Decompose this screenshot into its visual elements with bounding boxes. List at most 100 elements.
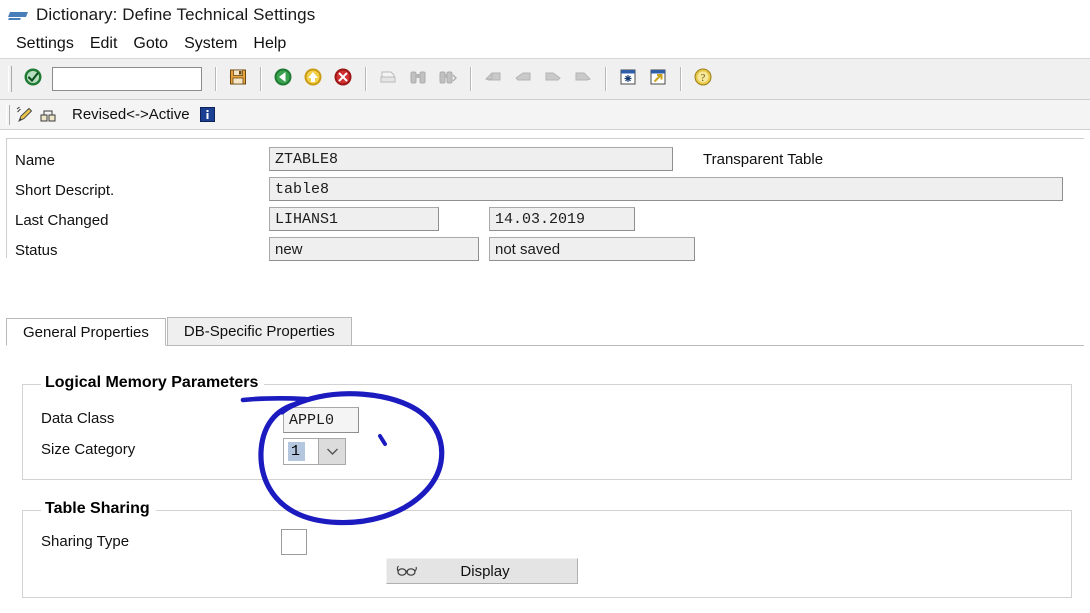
name-value: ZTABLE8 <box>275 150 339 168</box>
find-button[interactable] <box>403 65 433 93</box>
menu-goto[interactable]: Goto <box>127 34 178 55</box>
cancel-button[interactable] <box>328 65 358 93</box>
hierarchy-nodes-icon <box>39 106 57 124</box>
table-sharing-title: Table Sharing <box>41 500 156 518</box>
size-category-value: 1 <box>288 442 306 461</box>
tab-strip: General Properties DB-Specific Propertie… <box>6 317 1084 346</box>
size-category-input[interactable]: 1 <box>283 438 319 465</box>
short-description-input[interactable]: table8 <box>269 177 1063 201</box>
logical-memory-parameters-title: Logical Memory Parameters <box>41 374 265 392</box>
back-button[interactable] <box>268 65 298 93</box>
menu-bar: Settings Edit Goto System Help <box>0 30 1090 58</box>
short-description-label-row: Short Descript. <box>15 179 114 201</box>
display-button[interactable]: Display <box>386 558 578 584</box>
command-field[interactable] <box>52 67 241 91</box>
menu-help[interactable]: Help <box>247 34 296 55</box>
exit-yellow-arrow-icon <box>303 67 323 91</box>
size-category-dropdown-button[interactable] <box>319 438 346 465</box>
help-question-icon: ? <box>693 67 713 91</box>
name-label-row: Name <box>15 149 55 171</box>
back-green-arrow-icon <box>273 67 293 91</box>
name-input[interactable]: ZTABLE8 <box>269 147 673 171</box>
data-class-input[interactable]: APPL0 <box>283 407 359 433</box>
last-changed-label-row: Last Changed <box>15 209 108 231</box>
chevron-down-icon <box>326 443 339 460</box>
name-label: Name <box>15 151 56 169</box>
previous-page-icon <box>513 67 533 91</box>
svg-text:?: ? <box>701 73 706 84</box>
status-input[interactable]: new <box>269 237 479 261</box>
sap-arrow-icon <box>6 6 30 24</box>
toolbar-separator <box>365 67 366 91</box>
last-page-button[interactable] <box>568 65 598 93</box>
table-type-text: Transparent Table <box>703 151 824 168</box>
toolbar-separator <box>215 67 216 91</box>
enter-button[interactable] <box>18 65 48 93</box>
menu-system[interactable]: System <box>178 34 247 55</box>
status-saved-input[interactable]: not saved <box>489 237 695 261</box>
status-value: new <box>275 240 303 258</box>
last-changed-user-input[interactable]: LIHANS1 <box>269 207 439 231</box>
cancel-red-x-icon <box>333 67 353 91</box>
last-changed-date-value: 14.03.2019 <box>495 210 586 228</box>
short-description-value: table8 <box>275 180 330 198</box>
sharing-type-row: Sharing Type <box>41 533 129 550</box>
sharing-type-label: Sharing Type <box>41 533 130 550</box>
object-status-text: Revised<->Active <box>72 106 190 123</box>
enter-check-icon <box>23 67 43 91</box>
first-page-button[interactable] <box>478 65 508 93</box>
logical-memory-parameters-group: Logical Memory Parameters Data Class APP… <box>22 374 1072 480</box>
data-class-row: Data Class <box>41 410 114 427</box>
last-page-icon <box>573 67 593 91</box>
find-next-binoculars-icon <box>438 67 458 91</box>
short-description-label: Short Descript. <box>15 181 115 199</box>
display-button-label: Display <box>460 562 510 580</box>
create-shortcut-button[interactable] <box>643 65 673 93</box>
toolbar-separator <box>605 67 606 91</box>
menu-settings[interactable]: Settings <box>10 34 84 55</box>
status-label-row: Status <box>15 239 58 261</box>
tab-db-specific-properties-label: DB-Specific Properties <box>183 323 335 340</box>
last-changed-user-value: LIHANS1 <box>275 210 339 228</box>
print-icon <box>378 67 398 91</box>
next-page-icon <box>543 67 563 91</box>
tab-db-specific-properties[interactable]: DB-Specific Properties <box>166 317 352 345</box>
title-bar: Dictionary: Define Technical Settings <box>0 0 1090 30</box>
tab-general-properties-label: General Properties <box>23 323 149 341</box>
toolbar-grip[interactable] <box>8 66 12 92</box>
next-page-button[interactable] <box>538 65 568 93</box>
shortcut-window-icon <box>648 67 668 91</box>
command-input[interactable] <box>57 70 229 88</box>
toolbar-separator <box>680 67 681 91</box>
information-icon[interactable] <box>199 107 215 122</box>
page-title: Dictionary: Define Technical Settings <box>36 5 316 24</box>
pencil-edit-icon <box>16 106 34 124</box>
status-saved-value: not saved <box>495 240 561 258</box>
header-form: Name ZTABLE8 Transparent Table Short Des… <box>6 138 1084 261</box>
toolbar: ? <box>0 58 1090 100</box>
save-disk-icon <box>228 67 248 91</box>
data-class-label: Data Class <box>41 410 115 427</box>
first-page-icon <box>483 67 503 91</box>
size-category-row: Size Category <box>41 441 135 458</box>
help-button[interactable]: ? <box>688 65 718 93</box>
last-changed-date-input[interactable]: 14.03.2019 <box>489 207 635 231</box>
menu-edit[interactable]: Edit <box>84 34 128 55</box>
create-session-button[interactable] <box>613 65 643 93</box>
size-category-label: Size Category <box>41 441 136 458</box>
glasses-display-icon <box>387 564 427 578</box>
tab-general-properties[interactable]: General Properties <box>6 318 166 346</box>
toolbar-separator <box>470 67 471 91</box>
sharing-type-input[interactable] <box>281 529 307 555</box>
size-category-combo[interactable]: 1 <box>283 438 346 465</box>
save-button[interactable] <box>223 65 253 93</box>
last-changed-label: Last Changed <box>15 211 109 229</box>
previous-page-button[interactable] <box>508 65 538 93</box>
print-button[interactable] <box>373 65 403 93</box>
find-next-button[interactable] <box>433 65 463 93</box>
toolbar-separator <box>260 67 261 91</box>
table-sharing-group: Table Sharing Sharing Type Display <box>22 500 1072 598</box>
exit-button[interactable] <box>298 65 328 93</box>
new-session-window-icon <box>618 67 638 91</box>
status-strip-grip[interactable] <box>6 104 10 125</box>
